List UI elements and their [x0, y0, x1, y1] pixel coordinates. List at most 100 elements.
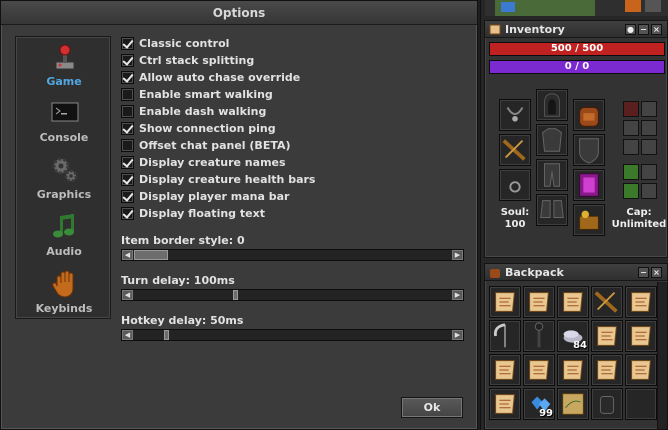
ammo-slot[interactable] — [573, 204, 605, 236]
backpack-slot[interactable]: 84 — [557, 320, 589, 352]
collapse-button[interactable]: − — [638, 267, 649, 278]
mana-value: 0 / 0 — [564, 61, 590, 72]
tab-game[interactable]: Game — [16, 39, 112, 95]
pvp-mode-icon[interactable] — [641, 164, 657, 180]
checkbox[interactable] — [121, 207, 134, 220]
balanced-icon[interactable] — [623, 120, 639, 136]
option-floating-text[interactable]: Display floating text — [121, 205, 471, 222]
slider-thumb[interactable] — [164, 330, 169, 340]
option-offset-chat-panel[interactable]: Offset chat panel (BETA) — [121, 137, 471, 154]
slider-right-arrow-icon[interactable]: ▶ — [452, 330, 463, 340]
backpack-slot[interactable] — [625, 320, 657, 352]
backpack-slot[interactable] — [591, 354, 623, 386]
backpack-scrollbar[interactable] — [657, 282, 667, 429]
scroll-icon — [495, 394, 515, 414]
full-attack-icon[interactable] — [641, 101, 657, 117]
option-dash-walking[interactable]: Enable dash walking — [121, 103, 471, 120]
backpack-slot[interactable] — [523, 354, 555, 386]
scroll-icon — [631, 292, 651, 312]
helmet-slot[interactable] — [536, 89, 568, 121]
backpack-slot[interactable] — [625, 354, 657, 386]
options-title[interactable]: Options — [1, 1, 477, 25]
tab-graphics[interactable]: Graphics — [16, 152, 112, 208]
backpack-slot[interactable] — [557, 286, 589, 318]
orange-button-icon[interactable] — [625, 0, 641, 12]
slider-left-arrow-icon[interactable]: ◀ — [122, 330, 133, 340]
option-auto-chase-override[interactable]: Allow auto chase override — [121, 69, 471, 86]
defense-icon[interactable] — [623, 139, 639, 155]
checkbox[interactable] — [121, 71, 134, 84]
backpack-slot[interactable] — [489, 320, 521, 352]
option-connection-ping[interactable]: Show connection ping — [121, 120, 471, 137]
tab-keybinds[interactable]: Keybinds — [16, 266, 112, 322]
button-icon[interactable] — [645, 0, 661, 12]
amulet-slot[interactable] — [499, 99, 531, 131]
tab-audio[interactable]: Audio — [16, 209, 112, 265]
backpack-slot[interactable] — [489, 388, 521, 420]
backpack-slot[interactable] — [591, 320, 623, 352]
backpack-header[interactable]: Backpack − × — [485, 264, 667, 281]
option-ctrl-stack-splitting[interactable]: Ctrl stack splitting — [121, 52, 471, 69]
checkbox[interactable] — [121, 122, 134, 135]
minimize-button[interactable]: ● — [625, 24, 636, 35]
slider-thumb[interactable] — [233, 290, 238, 300]
boots-slot[interactable] — [536, 194, 568, 226]
expert-mode-icon[interactable] — [623, 183, 639, 199]
backpack-slot[interactable] — [591, 286, 623, 318]
checkbox[interactable] — [121, 54, 134, 67]
slider-right-arrow-icon[interactable]: ▶ — [452, 250, 463, 260]
turn-delay-slider[interactable]: ◀ ▶ — [121, 289, 464, 301]
backpack-slot[interactable] — [625, 388, 657, 420]
party-icon[interactable] — [641, 183, 657, 199]
scroll-icon — [495, 292, 515, 312]
health-bar: 500 / 500 — [489, 42, 665, 56]
backpack-slot[interactable] — [523, 286, 555, 318]
ok-button[interactable]: Ok — [401, 397, 463, 418]
option-creature-health-bars[interactable]: Display creature health bars — [121, 171, 471, 188]
option-player-mana-bar[interactable]: Display player mana bar — [121, 188, 471, 205]
backpack-slot[interactable] — [523, 320, 555, 352]
backpack-slot[interactable]: 99 — [523, 388, 555, 420]
checkbox[interactable] — [121, 88, 134, 101]
option-classic-control[interactable]: Classic control — [121, 35, 471, 52]
checkbox[interactable] — [121, 190, 134, 203]
close-icon[interactable]: × — [651, 267, 662, 278]
tab-console[interactable]: Console — [16, 95, 112, 151]
slider-thumb[interactable] — [134, 250, 168, 260]
shield-slot[interactable] — [573, 134, 605, 166]
checkbox[interactable] — [121, 105, 134, 118]
slider-right-arrow-icon[interactable]: ▶ — [452, 290, 463, 300]
bag-icon — [599, 396, 615, 414]
chase-icon[interactable] — [641, 120, 657, 136]
item-border-style-slider[interactable]: ◀ ▶ — [121, 249, 464, 261]
checkbox[interactable] — [121, 173, 134, 186]
backpack-slot[interactable] — [557, 354, 589, 386]
option-creature-names[interactable]: Display creature names — [121, 154, 471, 171]
stop-attack-icon[interactable] — [623, 101, 639, 117]
backpack-slot[interactable] — [489, 354, 521, 386]
secure-mode-icon[interactable] — [623, 164, 639, 180]
inventory-title: Inventory — [505, 23, 565, 36]
hotkey-delay-slider[interactable]: ◀ ▶ — [121, 329, 464, 341]
armor-slot[interactable] — [536, 124, 568, 156]
backpack-slot[interactable] — [625, 286, 657, 318]
checkbox[interactable] — [121, 156, 134, 169]
turn-delay-label: Turn delay: 100ms — [121, 274, 235, 287]
stand-icon[interactable] — [641, 139, 657, 155]
close-icon[interactable]: × — [651, 24, 662, 35]
legs-slot[interactable] — [536, 159, 568, 191]
backpack-slot[interactable] — [591, 388, 623, 420]
slider-left-arrow-icon[interactable]: ◀ — [122, 290, 133, 300]
checkbox[interactable] — [121, 37, 134, 50]
backpack-slot[interactable] — [573, 99, 605, 131]
inventory-header[interactable]: Inventory ● − × — [485, 21, 667, 38]
weapon-slot[interactable] — [499, 134, 531, 166]
backpack-slot[interactable] — [557, 388, 589, 420]
collapse-button[interactable]: − — [638, 24, 649, 35]
ring-slot[interactable] — [499, 169, 531, 201]
checkbox[interactable] — [121, 139, 134, 152]
backpack-slot[interactable] — [489, 286, 521, 318]
option-smart-walking[interactable]: Enable smart walking — [121, 86, 471, 103]
spellbook-slot[interactable] — [573, 169, 605, 201]
slider-left-arrow-icon[interactable]: ◀ — [122, 250, 133, 260]
